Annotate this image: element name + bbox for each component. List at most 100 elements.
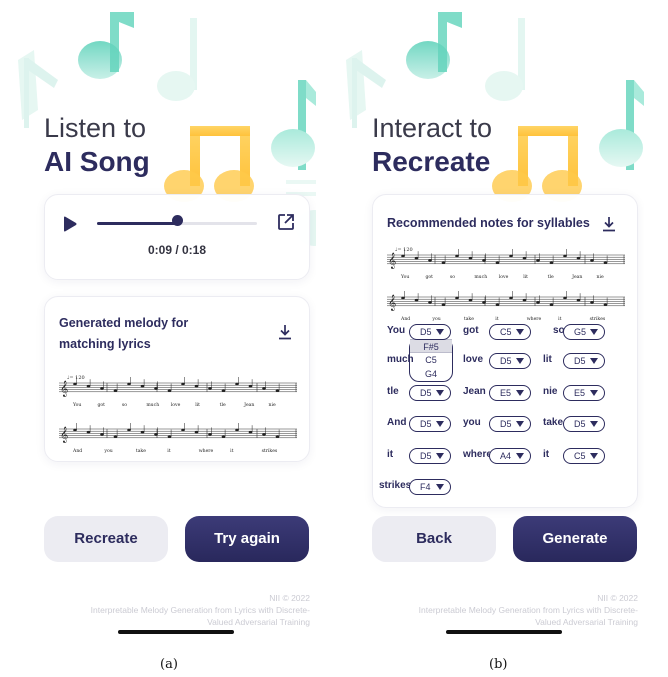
note-select-value: D5 [574,419,586,429]
note-select[interactable]: E5 [563,385,605,401]
lyric-syllable: you [103,449,112,454]
note-head [181,423,185,432]
home-indicator [446,630,562,634]
note-select[interactable]: D5 [409,385,451,401]
chevron-down-icon [516,358,524,364]
note-select[interactable]: D5 [409,324,451,340]
back-button[interactable]: Back [372,516,496,562]
note-head [468,293,473,302]
note-select[interactable]: D5 [409,448,451,464]
note-select[interactable]: E5 [489,385,531,401]
note-head [455,291,459,300]
audio-player: 0:09 / 0:18 [44,194,310,280]
chevron-down-icon [590,358,598,364]
note-option[interactable]: C5 [410,353,452,367]
note-head [86,379,91,388]
syllable-label: You [387,325,406,336]
lyric-syllable: got [425,274,433,280]
note-select[interactable]: D5 [563,353,605,369]
note-select[interactable]: C5 [563,448,605,464]
note-head [414,251,419,260]
note-select-value: G5 [574,327,587,337]
chevron-down-icon [436,484,444,490]
note-head [100,427,104,436]
hero-title: Interact to Recreate [372,112,492,179]
note-head [127,423,131,432]
note-select-value: E5 [500,388,512,398]
footer: NII © 2022 Interpretable Melody Generati… [358,592,638,628]
syllable-label: love [463,354,484,365]
note-head [100,381,104,390]
note-head [221,429,226,438]
note-select[interactable]: G5 [563,324,605,340]
note-head [590,295,594,304]
note-select[interactable]: D5 [409,416,451,432]
hero-title: Listen to AI Song [44,112,150,179]
lyric-syllable: so [122,403,127,408]
screen-listen: Listen to AI Song 0:09 / 0:18 Generated … [18,0,316,640]
screen-recreate: Interact to Recreate Recommended notes f… [346,0,644,640]
note-head [468,251,473,260]
score-line-2: 𝄞 And you take it where it strikes [385,289,629,328]
lyric-syllable: Jean [571,274,582,280]
note-select-value: F4 [420,482,431,492]
note-head [509,249,513,258]
svg-text:𝄞: 𝄞 [388,253,396,269]
note-option[interactable]: G4 [410,367,452,381]
lyric-syllable: it [558,316,561,322]
download-icon[interactable] [601,216,617,232]
note-head [208,427,212,436]
chevron-down-icon [436,453,444,459]
share-icon[interactable] [277,213,295,231]
time-readout: 0:09 / 0:18 [147,243,207,257]
note-head [536,253,540,262]
score-line-1: 𝄞 ♩= 120 You got so much love lit tle Jean nie [59,375,299,414]
caption-b: (b) [489,657,508,672]
note-select[interactable]: D5 [489,416,531,432]
note-select-value: C5 [574,451,586,461]
note-select[interactable]: F4 [409,479,451,495]
note-head [221,383,226,392]
note-head [167,429,172,438]
chevron-down-icon [516,329,524,335]
note-select[interactable]: A4 [489,448,531,464]
lyric-syllable: You [400,274,409,280]
lyric-syllable: strikes [590,316,606,322]
note-select[interactable]: D5 [489,353,531,369]
note-head [522,293,527,302]
try-again-button[interactable]: Try again [185,516,309,562]
play-icon[interactable] [63,216,77,232]
recreate-button[interactable]: Recreate [44,516,168,562]
note-head [509,291,513,300]
download-icon[interactable] [277,324,293,340]
generate-button[interactable]: Generate [513,516,637,562]
note-head [455,249,459,258]
note-head [262,427,266,436]
progress-knob[interactable] [172,215,183,226]
note-select[interactable]: C5 [489,324,531,340]
hero-line1: Listen to [44,113,147,143]
note-head [441,255,446,264]
lyric-syllable: much [146,402,159,408]
melody-card-title: Generated melody for matching lyrics [59,313,188,355]
note-head [441,297,446,306]
syllable-label: take [543,417,564,428]
chevron-down-icon [590,453,598,459]
note-head [167,383,172,392]
syllable-label: tle [387,386,399,397]
svg-text:♩= 120: ♩= 120 [395,247,413,253]
lyric-syllable: nie [269,402,276,408]
note-head [495,255,500,264]
note-select-value: D5 [574,356,586,366]
lyric-syllable: You [72,402,81,408]
chevron-down-icon [436,421,444,427]
syllable-label: strikes [379,480,412,491]
note-head [181,377,185,386]
note-select-value: E5 [574,388,586,398]
note-head [275,383,280,392]
syllable-label: lit [543,354,552,365]
note-select[interactable]: D5 [563,416,605,432]
note-option[interactable]: F#5 [410,339,452,353]
hero-line2: Recreate [372,146,491,177]
svg-text:𝄞: 𝄞 [60,381,68,397]
